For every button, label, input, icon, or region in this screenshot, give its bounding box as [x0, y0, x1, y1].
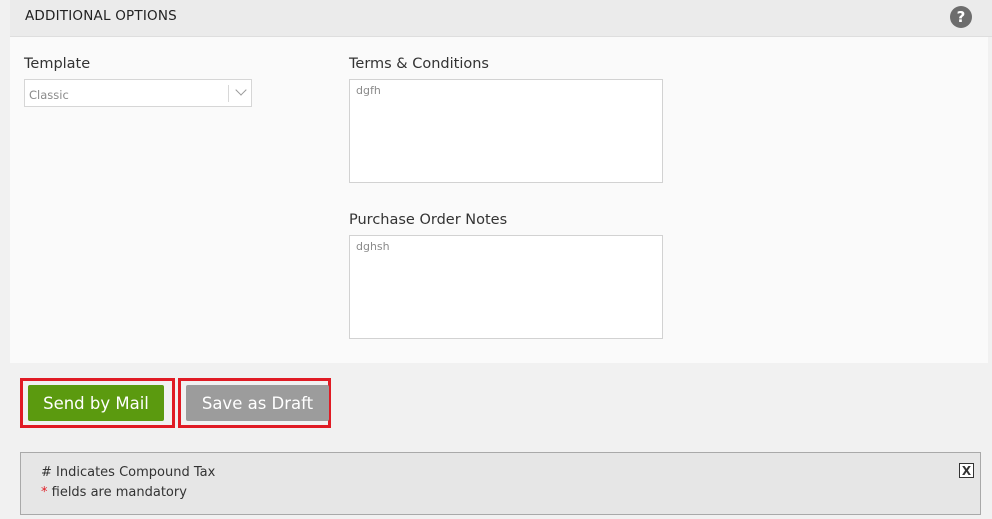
po-notes-textarea[interactable]: dghsh — [349, 235, 663, 339]
po-notes-label: Purchase Order Notes — [349, 212, 508, 228]
save-as-draft-button[interactable]: Save as Draft — [186, 385, 329, 421]
compound-tax-note: # Indicates Compound Tax — [41, 465, 216, 480]
template-select-value: Classic — [29, 88, 69, 102]
section-title: ADDITIONAL OPTIONS — [25, 8, 177, 24]
close-icon[interactable]: X — [959, 463, 974, 478]
mandatory-text: fields are mandatory — [47, 485, 187, 500]
section-header: ADDITIONAL OPTIONS ? — [10, 0, 992, 37]
left-margin — [0, 0, 10, 519]
template-label: Template — [24, 56, 91, 72]
question-circle-icon[interactable]: ? — [950, 6, 972, 28]
notice-box: # Indicates Compound Tax * fields are ma… — [20, 452, 981, 515]
terms-label: Terms & Conditions — [349, 56, 489, 72]
terms-textarea[interactable]: dgfh — [349, 79, 663, 183]
select-divider — [228, 85, 229, 102]
send-by-mail-button[interactable]: Send by Mail — [28, 385, 164, 421]
chevron-down-icon[interactable] — [235, 84, 247, 96]
send-button-highlight: Send by Mail — [20, 378, 175, 428]
mandatory-note: * fields are mandatory — [41, 485, 187, 500]
template-select[interactable]: Classic — [24, 79, 252, 107]
draft-button-highlight: Save as Draft — [178, 378, 331, 428]
